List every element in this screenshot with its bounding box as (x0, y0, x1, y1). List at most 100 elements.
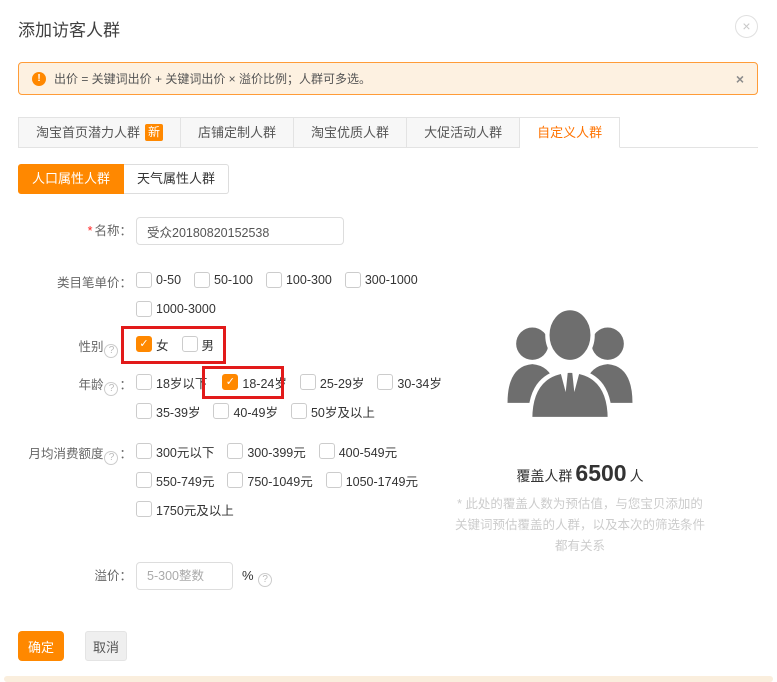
checkbox-label: 18岁以下 (156, 376, 208, 391)
dialog-close-button[interactable]: × (735, 15, 758, 38)
checkbox-label: 35-39岁 (156, 405, 201, 420)
checkbox-1050-1749[interactable]: 1050-1749元 (325, 471, 418, 490)
checkbox-18-24[interactable]: ✓ 18-24岁 (222, 373, 287, 392)
checkbox-box (227, 472, 244, 488)
required-mark: * (87, 224, 93, 238)
checkbox-box-checked: ✓ (136, 336, 152, 352)
checkbox-0-50[interactable]: 0-50 (136, 272, 181, 288)
help-icon[interactable]: ? (104, 451, 119, 465)
checkbox-400-549[interactable]: 400-549元 (318, 442, 397, 461)
checkbox-label: 50岁及以上 (310, 405, 375, 420)
checkbox-label: 0-50 (156, 273, 182, 287)
percent-suffix: % ? (242, 562, 273, 590)
bid-notice-bar: ! 出价 = 关键词出价 + 关键词出价 × 溢价比例；人群可多选。 × (18, 62, 758, 95)
checkbox-100-300[interactable]: 100-300 (265, 272, 332, 288)
close-icon: × (742, 18, 751, 34)
checkbox-box (213, 403, 230, 419)
checkbox-box (181, 336, 198, 352)
checkbox-750-1049[interactable]: 750-1049元 (227, 471, 313, 490)
custom-audience-subtabs: 人口属性人群 天气属性人群 (18, 164, 230, 194)
checkbox-label: 30-34岁 (397, 376, 442, 391)
label-colon: ： (119, 276, 132, 290)
audience-tab-bar: 淘宝首页潜力人群新 店铺定制人群 淘宝优质人群 大促活动人群 自定义人群 (18, 117, 758, 148)
subtab-demographic[interactable]: 人口属性人群 (18, 164, 125, 194)
tab-taobao-quality[interactable]: 淘宝优质人群 (294, 117, 408, 148)
tab-shop-custom[interactable]: 店铺定制人群 (181, 117, 295, 148)
name-label: * 名称： (0, 217, 132, 239)
checkbox-25-29[interactable]: 25-29岁 (299, 373, 365, 392)
help-icon[interactable]: ? (104, 382, 119, 396)
notice-close-icon[interactable]: × (736, 71, 744, 87)
checkbox-box (136, 272, 152, 288)
checkbox-1750-plus[interactable]: 1750元及以上 (136, 500, 234, 519)
checkbox-box (325, 472, 342, 488)
checkbox-50-plus[interactable]: 50岁及以上 (290, 402, 375, 421)
tab-taobao-homepage-potential[interactable]: 淘宝首页潜力人群新 (18, 117, 182, 148)
checkbox-male[interactable]: 男 (181, 335, 214, 354)
notice-text: 出价 = 关键词出价 + 关键词出价 × 溢价比例；人群可多选。 (54, 72, 372, 86)
checkbox-300-1000[interactable]: 300-1000 (344, 272, 418, 288)
coverage-unit: 人 (629, 468, 644, 484)
label-text: 月均消费额度 (28, 447, 104, 461)
checkbox-under-300[interactable]: 300元以下 (136, 442, 214, 461)
checkbox-box-checked: ✓ (222, 374, 239, 390)
checkbox-label: 18-24岁 (242, 376, 287, 391)
label-colon: ： (119, 340, 132, 354)
checkbox-label: 750-1049元 (247, 474, 313, 489)
tab-custom-audience[interactable]: 自定义人群 (520, 117, 621, 148)
coverage-note: * 此处的覆盖人数为预估值，与您宝贝添加的 关键词预估覆盖的人群，以及本次的筛选… (425, 494, 735, 557)
subtab-weather[interactable]: 天气属性人群 (124, 164, 230, 194)
checkbox-box (194, 272, 211, 288)
checkbox-female[interactable]: ✓ 女 (136, 335, 169, 354)
premium-input[interactable] (136, 562, 233, 590)
note-line: 都有关系 (554, 539, 605, 553)
checkbox-label: 1000-3000 (156, 302, 216, 316)
checkbox-box (227, 443, 244, 459)
tab-label: 淘宝首页潜力人群 (36, 125, 141, 140)
checkbox-label: 300-399元 (247, 445, 306, 460)
checkbox-50-100[interactable]: 50-100 (194, 272, 253, 288)
confirm-button[interactable]: 确定 (18, 631, 64, 661)
tab-label: 店铺定制人群 (198, 125, 277, 140)
checkbox-label: 1050-1749元 (345, 474, 418, 489)
checkbox-under-18[interactable]: 18岁以下 (136, 373, 207, 392)
page-title: 添加访客人群 (18, 21, 120, 40)
new-badge: 新 (145, 124, 164, 141)
tab-promotion-event[interactable]: 大促活动人群 (407, 117, 521, 148)
note-line: * 此处的覆盖人数为预估值，与您宝贝添加的 (457, 497, 703, 511)
checkbox-label: 女 (156, 338, 169, 353)
note-line: 关键词预估覆盖的人群，以及本次的筛选条件 (454, 518, 705, 532)
checkbox-550-749[interactable]: 550-749元 (136, 471, 214, 490)
checkbox-label: 1750元及以上 (156, 503, 234, 518)
label-text: 名称 (94, 224, 120, 238)
checkbox-box (265, 272, 282, 288)
label-colon: ： (119, 378, 132, 392)
checkbox-1000-3000[interactable]: 1000-3000 (136, 301, 216, 317)
cancel-button[interactable]: 取消 (85, 631, 127, 661)
monthly-spend-label: 月均消费额度?： (0, 440, 132, 465)
premium-row: 溢价： % ? (0, 562, 273, 590)
help-icon[interactable]: ? (104, 344, 119, 358)
checkbox-300-399[interactable]: 300-399元 (227, 442, 306, 461)
checkbox-label: 25-29岁 (319, 376, 365, 391)
monthly-spend-row: 月均消费额度?： 300元以下 300-399元 400-549元 550-74… (0, 440, 431, 527)
percent-sign: % (242, 568, 254, 583)
checkbox-box (318, 443, 335, 459)
checkbox-box (344, 272, 361, 288)
checkbox-box (136, 501, 152, 517)
age-label: 年龄?： (0, 371, 132, 396)
help-icon[interactable]: ? (258, 573, 273, 587)
category-price-row: 类目笔单价： 0-50 50-100 100-300 300-1000 1000… (0, 269, 431, 327)
audience-name-input[interactable] (136, 217, 344, 245)
alert-icon: ! (32, 71, 46, 86)
label-text: 性别 (78, 340, 104, 354)
coverage-value: 6500 (575, 460, 627, 486)
checkbox-30-34[interactable]: 30-34岁 (377, 373, 442, 392)
checkbox-box (136, 443, 152, 459)
checkbox-box (377, 374, 394, 390)
tab-label: 自定义人群 (537, 125, 603, 140)
checkbox-35-39[interactable]: 35-39岁 (136, 402, 200, 421)
checkbox-40-49[interactable]: 40-49岁 (213, 402, 278, 421)
checkbox-label: 100-300 (285, 273, 332, 287)
checkbox-box (290, 403, 307, 419)
